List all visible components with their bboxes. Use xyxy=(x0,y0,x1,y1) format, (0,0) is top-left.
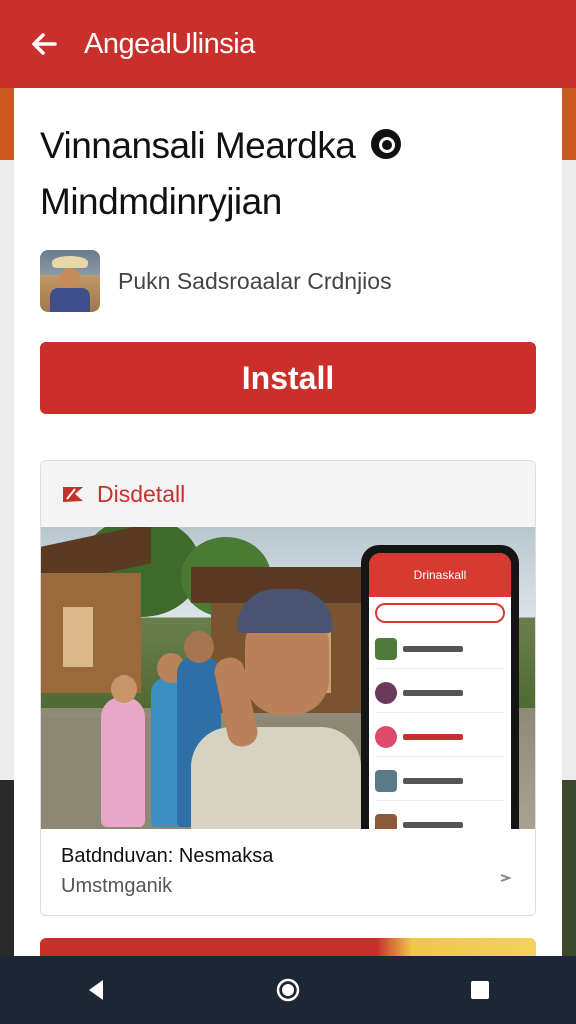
feature-header: Disdetall xyxy=(41,461,535,527)
system-home-button[interactable] xyxy=(268,970,308,1010)
arrow-left-icon xyxy=(32,33,57,55)
feature-screenshot-image: Drinaskall xyxy=(41,527,535,829)
chevron-right-icon[interactable] xyxy=(497,869,515,887)
feature-header-label: Disdetall xyxy=(97,480,186,507)
app-bar: AngealUlinsia xyxy=(0,0,576,88)
back-button[interactable] xyxy=(24,24,64,64)
background-strip xyxy=(562,780,576,956)
phone-mockup: Drinaskall xyxy=(361,545,519,829)
phone-list-item xyxy=(375,673,505,713)
app-bar-title: AngealUlinsia xyxy=(84,27,255,60)
system-nav-bar xyxy=(0,956,576,1024)
next-card-peek[interactable] xyxy=(40,938,536,956)
feature-subcaption: Umstmganik xyxy=(61,875,173,897)
phone-app-title: Drinaskall xyxy=(369,553,511,597)
system-back-button[interactable] xyxy=(76,970,116,1010)
system-recents-button[interactable] xyxy=(460,970,500,1010)
phone-list-item xyxy=(375,761,505,801)
app-title-line1: Vinnansali Meardka xyxy=(40,125,356,166)
app-title: Vinnansali Meardka Mindmdinryjian xyxy=(40,118,540,230)
install-button[interactable]: Install xyxy=(40,342,536,414)
feature-card[interactable]: Disdetall Drinaskall Batdnduvan: Nesmaks… xyxy=(40,460,536,916)
phone-list-item xyxy=(375,805,505,829)
phone-list-item xyxy=(375,717,505,757)
background-strip xyxy=(0,780,14,956)
flag-icon xyxy=(63,487,83,502)
phone-search-bar xyxy=(375,603,505,623)
triangle-back-icon xyxy=(89,980,103,1000)
background-strip xyxy=(562,160,576,780)
phone-list-item xyxy=(375,629,505,669)
developer-row[interactable]: Pukn Sadsroaalar Crdnjios xyxy=(40,250,392,312)
developer-name: Pukn Sadsroaalar Crdnjios xyxy=(118,267,392,294)
developer-avatar xyxy=(40,250,100,312)
phone-screen: Drinaskall xyxy=(369,553,511,829)
registered-badge-icon xyxy=(371,129,402,160)
background-strip xyxy=(562,88,576,160)
feature-caption: Batdnduvan: Nesmaksa xyxy=(61,845,274,867)
square-recents-icon xyxy=(471,981,489,999)
circle-home-icon xyxy=(276,978,300,1002)
background-strip xyxy=(0,88,14,160)
background-strip xyxy=(0,160,14,780)
app-title-line2: Mindmdinryjian xyxy=(40,181,282,222)
app-detail-card: Vinnansali Meardka Mindmdinryjian Pukn S… xyxy=(14,88,562,956)
